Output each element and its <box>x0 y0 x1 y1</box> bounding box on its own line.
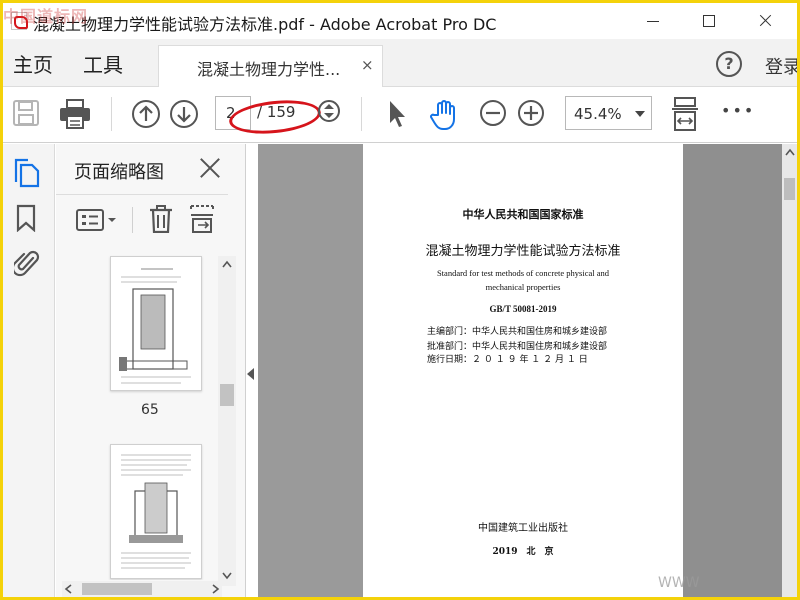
delete-page-icon[interactable] <box>148 205 174 233</box>
document-view[interactable]: 中华人民共和国国家标准 混凝土物理力学性能试验方法标准 Standard for… <box>258 144 797 597</box>
thumbnail-drawing <box>121 454 191 569</box>
panel-toolbar <box>56 194 228 240</box>
scroll-right-icon[interactable] <box>212 584 220 594</box>
pdf-page: 中华人民共和国国家标准 混凝土物理力学性能试验方法标准 Standard for… <box>363 144 683 597</box>
thumbnail-list: 65 <box>56 250 221 580</box>
zoom-level-select[interactable]: 45.4% <box>565 96 652 130</box>
maximize-button[interactable] <box>687 7 731 35</box>
page-shadow <box>683 144 783 597</box>
panel-close-icon[interactable] <box>198 156 222 180</box>
help-icon[interactable]: ? <box>716 51 742 77</box>
home-tab[interactable]: 主页 <box>13 49 53 78</box>
doc-title: 混凝土物理力学性能试验方法标准 <box>425 244 621 259</box>
document-tab[interactable]: 混凝土物理力学性... × <box>158 45 383 87</box>
doc-english-title-2: mechanical properties <box>485 282 561 292</box>
next-page-icon[interactable] <box>169 99 199 129</box>
scroll-left-icon[interactable] <box>64 584 72 594</box>
tools-tab[interactable]: 工具 <box>83 49 123 78</box>
corner-watermark: WWW <box>658 575 700 591</box>
doc-standard-code: GB/T 50081-2019 <box>489 304 557 314</box>
acrobat-window: 混凝土物理力学性能试验方法标准.pdf - Adobe Acrobat Pro … <box>3 3 797 597</box>
scroll-up-icon[interactable] <box>785 148 795 156</box>
watermark-text: 中国道标网 <box>3 7 89 26</box>
doc-national-standard: 中华人民共和国国家标准 <box>462 208 584 221</box>
document-tab-close-icon[interactable]: × <box>361 56 374 74</box>
hand-tool-icon[interactable] <box>429 99 459 131</box>
fit-page-icon[interactable] <box>671 97 699 133</box>
document-tab-label: 混凝土物理力学性... <box>197 60 341 79</box>
panel-title: 页面缩略图 <box>74 162 164 183</box>
thumbnail-vertical-scrollbar[interactable] <box>218 256 236 586</box>
page-thumbnails-icon[interactable] <box>13 158 41 188</box>
scrollbar-thumb[interactable] <box>82 583 152 595</box>
bookmarks-icon[interactable] <box>16 204 36 232</box>
zoom-out-icon[interactable] <box>479 99 507 127</box>
scrollbar-thumb[interactable] <box>784 178 795 200</box>
scrollbar-thumb[interactable] <box>220 384 234 406</box>
thumbnail-options-icon[interactable] <box>76 209 118 231</box>
title-bar: 混凝土物理力学性能试验方法标准.pdf - Adobe Acrobat Pro … <box>3 3 797 39</box>
page-thumbnail-66[interactable] <box>110 444 202 579</box>
extract-page-icon[interactable] <box>190 205 214 233</box>
thumbnail-page-number: 65 <box>141 402 159 418</box>
doc-english-title-1: Standard for test methods of concrete ph… <box>436 268 610 278</box>
minimize-button[interactable] <box>631 7 675 35</box>
select-pointer-icon[interactable] <box>387 99 407 129</box>
doc-approval-dept: 批准部门：中华人民共和国住房和城乡建设部 <box>427 342 608 352</box>
doc-publisher: 中国建筑工业出版社 <box>478 523 568 534</box>
more-tools-icon[interactable]: ••• <box>721 101 755 120</box>
doc-chief-editor: 主编部门：中华人民共和国住房和城乡建设部 <box>427 327 608 337</box>
doc-effective-date: 施行日期：２ ０ １ ９ 年 １ ２ 月 １ 日 <box>427 355 588 365</box>
panel-toolbar-separator <box>132 207 133 233</box>
menu-tab-row: 主页 工具 混凝土物理力学性... × ? 登录 <box>3 39 797 87</box>
attachments-icon[interactable] <box>14 248 40 278</box>
main-toolbar: 2 / 159 45.4% ••• <box>3 87 797 143</box>
previous-page-icon[interactable] <box>131 99 161 129</box>
document-vertical-scrollbar[interactable] <box>782 144 797 597</box>
scroll-down-icon[interactable] <box>222 572 232 580</box>
collapse-panel-icon[interactable] <box>247 368 254 380</box>
page-thumbnail-65[interactable] <box>110 256 202 391</box>
page-navigation-stepper-icon[interactable] <box>317 99 341 123</box>
scroll-up-icon[interactable] <box>222 260 232 268</box>
thumbnail-drawing <box>119 268 191 384</box>
page-thumbnails-panel: 页面缩略图 65 <box>56 144 246 597</box>
chevron-down-icon <box>635 111 645 117</box>
save-icon[interactable] <box>13 99 39 127</box>
left-navigation-rail <box>3 144 55 597</box>
print-icon[interactable] <box>59 99 91 129</box>
signin-button[interactable]: 登录 <box>765 53 797 79</box>
doc-year-city: 2019 北 京 <box>492 547 554 557</box>
close-window-button[interactable] <box>743 7 787 35</box>
thumbnail-horizontal-scrollbar[interactable] <box>62 581 222 597</box>
toolbar-separator <box>361 97 362 131</box>
toolbar-separator <box>111 97 112 131</box>
zoom-level-value: 45.4% <box>574 105 622 123</box>
window-title: 混凝土物理力学性能试验方法标准.pdf - Adobe Acrobat Pro … <box>33 15 497 34</box>
zoom-in-icon[interactable] <box>517 99 545 127</box>
